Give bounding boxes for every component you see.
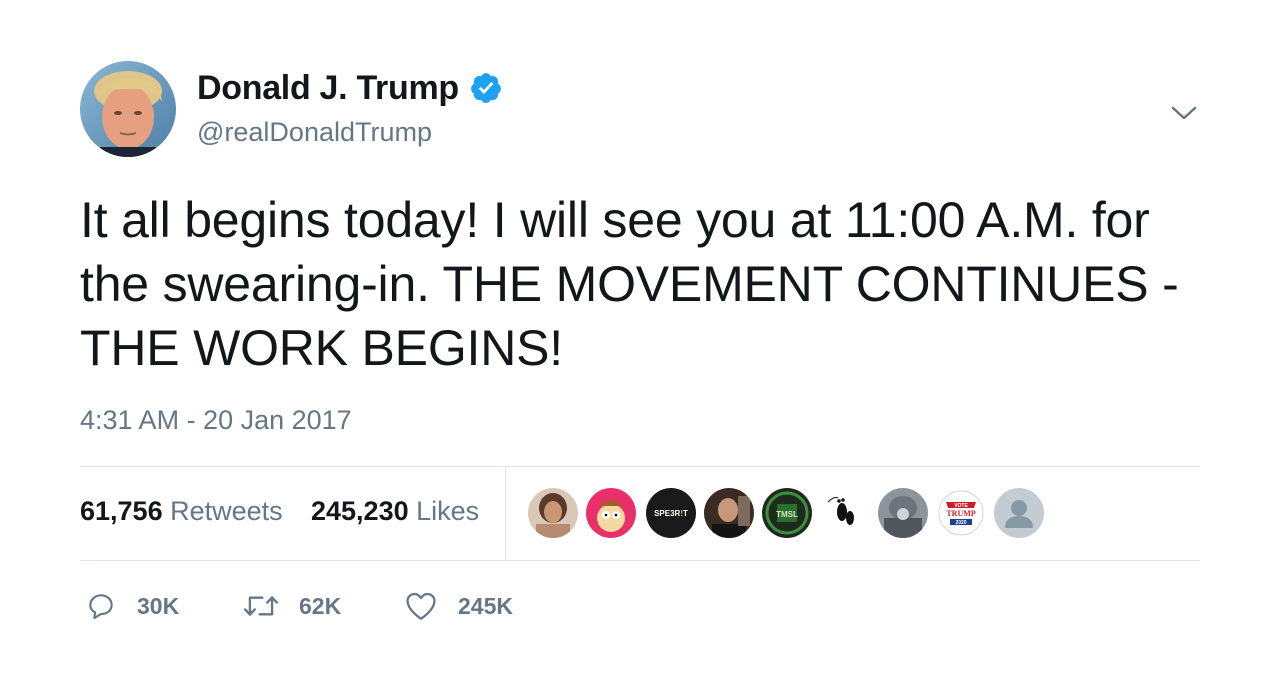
retweets-label: Retweets: [170, 496, 283, 526]
svg-text:2020: 2020: [955, 520, 966, 526]
liker-avatar-6[interactable]: [820, 488, 870, 538]
liker-avatar-3[interactable]: SPE3R!T: [646, 488, 696, 538]
verified-badge-icon: [469, 71, 503, 105]
profile-avatar[interactable]: [80, 61, 176, 157]
liker-avatar-9[interactable]: [994, 488, 1044, 538]
retweet-icon: [243, 590, 279, 622]
tweet-text: It all begins today! I will see you at 1…: [80, 192, 1179, 376]
display-name[interactable]: Donald J. Trump: [197, 69, 459, 108]
liker-avatar-8[interactable]: VOTE TRUMP 2020: [936, 488, 986, 538]
tweet-card: Donald J. Trump @realDonaldTrump It all …: [0, 0, 1280, 684]
like-button[interactable]: 245K: [404, 588, 513, 624]
liker-avatar-1[interactable]: [528, 488, 578, 538]
heart-icon: [404, 590, 438, 622]
retweets-count: 61,756: [80, 496, 163, 526]
retweet-count: 62K: [299, 592, 342, 619]
liker-avatar-2[interactable]: [586, 488, 636, 538]
like-count: 245K: [458, 592, 513, 619]
svg-text:TMSL: TMSL: [776, 510, 798, 519]
liker-avatar-4[interactable]: [704, 488, 754, 538]
reply-count: 30K: [137, 592, 180, 619]
reply-button[interactable]: 30K: [85, 588, 179, 624]
stats-separator: [505, 467, 506, 560]
tweet-timestamp[interactable]: 4:31 AM - 20 Jan 2017: [80, 405, 352, 436]
likes-label: Likes: [416, 496, 480, 526]
svg-text:SPE3R!T: SPE3R!T: [654, 509, 688, 518]
svg-text:TRUMP: TRUMP: [946, 509, 975, 518]
likes-count: 245,230: [311, 496, 409, 526]
divider: [80, 560, 1200, 561]
chevron-down-icon[interactable]: [1168, 97, 1200, 129]
liker-avatar-7[interactable]: [878, 488, 928, 538]
name-row: Donald J. Trump: [197, 66, 503, 110]
retweet-button[interactable]: 62K: [243, 588, 341, 624]
liker-avatar-5[interactable]: TMSL: [762, 488, 812, 538]
divider: [80, 466, 1200, 467]
reply-icon: [85, 590, 117, 622]
likes-stat[interactable]: 245,230 Likes: [311, 496, 479, 527]
retweets-stat[interactable]: 61,756 Retweets: [80, 496, 283, 527]
user-handle[interactable]: @realDonaldTrump: [197, 117, 432, 148]
